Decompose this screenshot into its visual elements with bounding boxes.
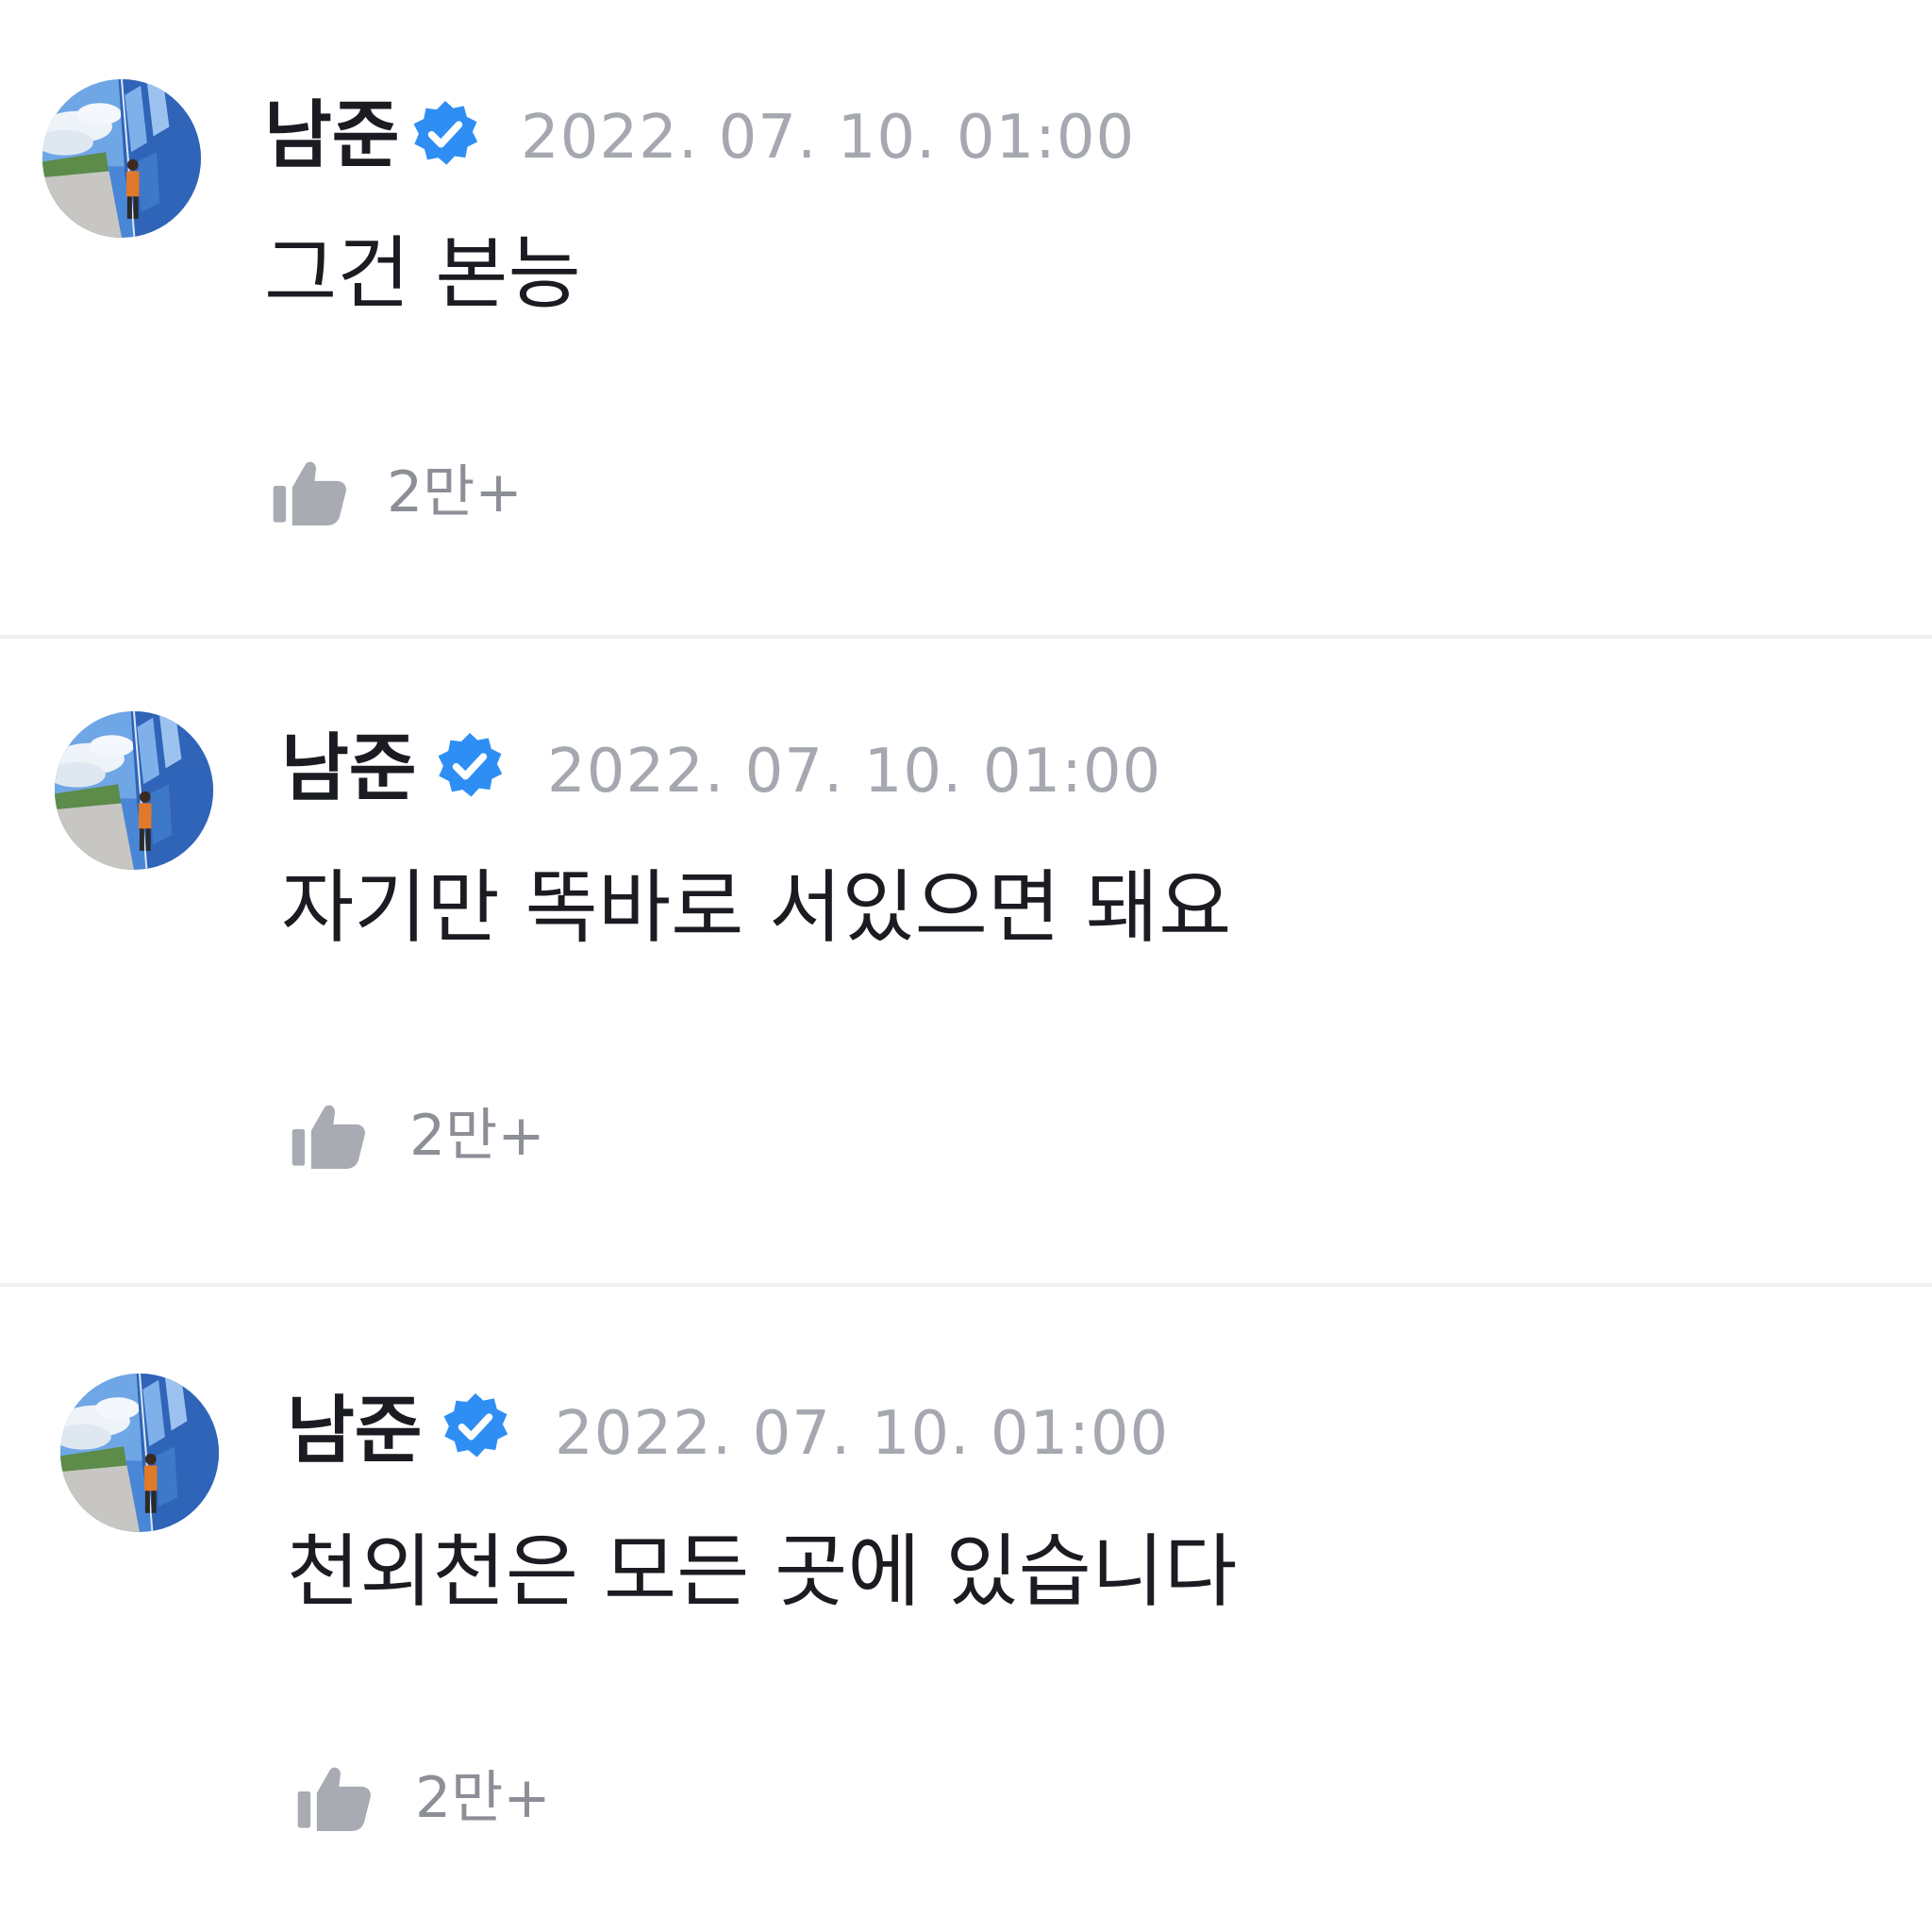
thumbs-up-icon[interactable] bbox=[296, 1757, 375, 1836]
thumbs-up-icon[interactable] bbox=[272, 451, 351, 530]
comment-text: 자기만 똑바로 서있으면 돼요 bbox=[281, 861, 1232, 954]
author-name[interactable]: 남준 bbox=[264, 99, 400, 173]
author-avatar[interactable] bbox=[55, 711, 213, 870]
like-count: 2만+ bbox=[409, 1103, 545, 1169]
verified-check-icon bbox=[440, 1391, 511, 1462]
comment-text: 그건 본능 bbox=[264, 227, 581, 320]
comment-text: 천외천은 모든 곳에 있습니다 bbox=[287, 1525, 1238, 1618]
verified-check-icon bbox=[434, 730, 506, 802]
like-count: 2만+ bbox=[415, 1765, 551, 1831]
comment-timestamp: 2022. 07. 10. 01:00 bbox=[547, 737, 1162, 807]
divider bbox=[0, 635, 1932, 639]
author-avatar[interactable] bbox=[42, 79, 201, 238]
comment-timestamp: 2022. 07. 10. 01:00 bbox=[555, 1399, 1170, 1469]
author-name[interactable]: 남준 bbox=[281, 732, 417, 806]
author-name[interactable]: 남준 bbox=[287, 1394, 423, 1468]
thumbs-up-icon[interactable] bbox=[291, 1094, 370, 1174]
divider bbox=[0, 1283, 1932, 1287]
like-count: 2만+ bbox=[387, 459, 523, 525]
verified-check-icon bbox=[409, 98, 481, 170]
author-avatar[interactable] bbox=[60, 1374, 219, 1532]
comment-timestamp: 2022. 07. 10. 01:00 bbox=[521, 103, 1136, 173]
